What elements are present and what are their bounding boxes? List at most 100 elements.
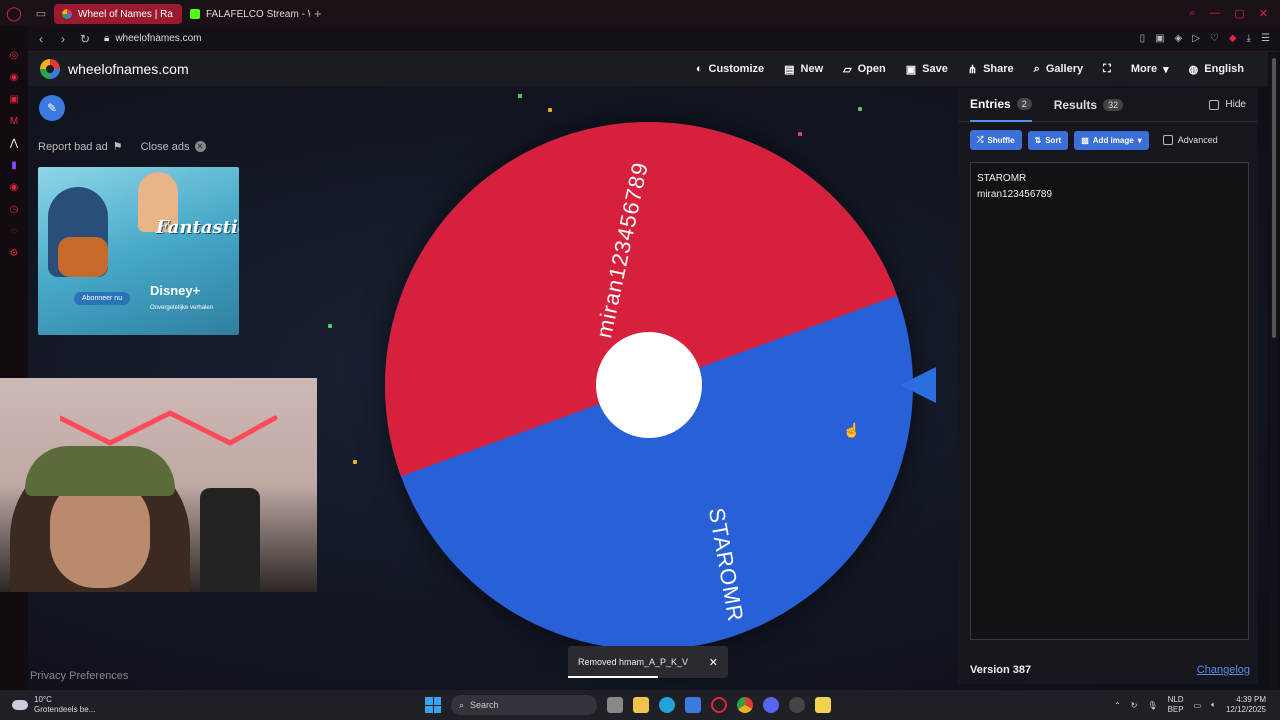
share-button[interactable]: ⋔ Share — [968, 63, 1014, 76]
hide-checkbox[interactable] — [1209, 99, 1220, 110]
wallet-icon[interactable]: ◆ — [1229, 33, 1237, 44]
vpn-icon[interactable]: ◈ — [1175, 33, 1183, 44]
volume-icon[interactable]: 🔈︎ — [1211, 700, 1216, 710]
display-icon[interactable]: ▭ — [1194, 701, 1202, 710]
windows-start-icon[interactable] — [425, 697, 441, 713]
task-view-icon[interactable] — [607, 697, 623, 713]
mic-icon[interactable]: 🎙︎ — [1147, 701, 1157, 710]
page-scrollbar[interactable] — [1270, 52, 1278, 690]
obs-icon[interactable] — [789, 697, 805, 713]
confetti — [328, 324, 332, 328]
tab-results[interactable]: Results 32 — [1054, 88, 1124, 122]
tab-title: Wheel of Names | Ra — [78, 8, 173, 20]
gallery-button[interactable]: ⌕ Gallery — [1034, 63, 1083, 76]
snapshot-icon[interactable]: ▣ — [1155, 33, 1164, 44]
address-bar-icons: ▯ ▣ ◈ ▷ ♡ ◆ ⤓ ☰ — [1140, 33, 1280, 44]
tab-entries[interactable]: Entries 2 — [970, 88, 1032, 122]
entries-textarea[interactable]: STAROMR miran123456789 — [970, 162, 1249, 640]
chevron-up-icon[interactable]: ⌃ — [1114, 701, 1121, 710]
maximize-icon[interactable]: ▢ — [1234, 7, 1244, 20]
mail-icon[interactable]: M — [8, 116, 20, 128]
opera-logo-icon[interactable]: ◯ — [0, 0, 28, 26]
aria-icon[interactable]: ◎ — [8, 50, 20, 62]
site-brand[interactable]: wheelofnames.com — [40, 59, 189, 79]
store-icon[interactable] — [685, 697, 701, 713]
forward-icon[interactable]: › — [54, 32, 72, 46]
chrome-icon[interactable] — [737, 697, 753, 713]
minimize-icon[interactable]: — — [1209, 7, 1220, 20]
streamer-cap — [25, 446, 175, 496]
advanced-toggle[interactable]: Advanced — [1162, 135, 1218, 145]
customize-button[interactable]: ◐ Customize — [696, 63, 764, 76]
url-field[interactable]: 🔒︎ wheelofnames.com — [104, 33, 201, 44]
heart-icon[interactable]: ♡ — [1210, 33, 1219, 44]
url-text: wheelofnames.com — [115, 33, 202, 44]
advanced-checkbox[interactable] — [1162, 135, 1173, 145]
opera-gx-icon[interactable] — [711, 697, 727, 713]
file-explorer-icon[interactable] — [633, 697, 649, 713]
fullscreen-icon: ⛶ — [1103, 62, 1111, 75]
add-image-button[interactable]: ▨ Add image ▾ — [1074, 130, 1149, 150]
fullscreen-button[interactable]: ⛶ — [1103, 63, 1111, 76]
report-ad-link[interactable]: Report bad ad ⚑ — [38, 140, 123, 154]
snackbar-toast: Removed hmam_A_P_K_V ✕ — [568, 646, 728, 678]
version-label: Version 387 — [970, 664, 1032, 676]
shuffle-button[interactable]: ⤮ Shuffle — [970, 130, 1022, 150]
history-icon[interactable]: ◷ — [8, 204, 20, 216]
edit-wheel-button[interactable]: ✎ — [39, 95, 65, 121]
notes-icon[interactable] — [815, 697, 831, 713]
discord-icon[interactable] — [763, 697, 779, 713]
globe-icon: ◍ — [1188, 63, 1199, 76]
menu-icon[interactable]: ☰ — [1261, 33, 1270, 44]
search-icon: ⌕ — [459, 699, 465, 710]
privacy-preferences-link[interactable]: Privacy Preferences — [30, 670, 128, 682]
nav-items: ◐ Customize ▤ New ▱ Open ▣ Save ⋔ Share ⌕ Gall… — [696, 63, 1268, 76]
advertisement[interactable]: Fantastic4 Abonneer nu Disney+ Onvergete… — [38, 167, 239, 335]
hide-toggle[interactable]: Hide — [1209, 99, 1246, 110]
download-icon[interactable]: ⤓ — [1247, 33, 1251, 44]
save-button[interactable]: ▣ Save — [906, 63, 948, 76]
new-button[interactable]: ▤ New — [784, 63, 823, 76]
edge-icon[interactable] — [659, 697, 675, 713]
taskbar-search[interactable]: ⌕ Search — [451, 695, 597, 715]
weather-widget[interactable]: 10°C Grotendeels be... — [12, 695, 95, 715]
messenger-icon[interactable]: ◉ — [8, 72, 20, 84]
browser-tab-kick[interactable]: FALAFELCO Stream - Wat — [182, 4, 310, 24]
open-button[interactable]: ▱ Open — [843, 63, 886, 76]
wheel-center-hub[interactable] — [596, 332, 702, 438]
clock[interactable]: 4:39 PM 12/12/2025 — [1226, 695, 1266, 715]
chat-icon[interactable]: ◌ — [8, 226, 20, 238]
file-icon: ▤ — [784, 63, 795, 76]
language-indicator[interactable]: NLD BEP — [1168, 695, 1184, 715]
kick-rail-icon[interactable]: ⋀ — [8, 138, 20, 150]
twitch-icon[interactable]: ▮ — [8, 160, 20, 172]
ad-links: Report bad ad ⚑ Close ads ✕ — [38, 140, 206, 153]
browser-tab-bar: ◯ ▭ Wheel of Names | Ra FALAFELCO Stream… — [0, 0, 1280, 26]
sort-button[interactable]: ⇅ Sort — [1027, 130, 1069, 150]
panel-footer: Version 387 Changelog — [970, 664, 1250, 676]
bookmark-icon[interactable]: ▯ — [1140, 33, 1146, 44]
reload-icon[interactable]: ↻ — [76, 32, 94, 46]
refresh-icon[interactable]: ↻ — [1131, 701, 1138, 710]
more-button[interactable]: More ▾ — [1131, 63, 1169, 76]
scrollbar-thumb[interactable] — [1272, 58, 1276, 338]
window-controls: ⌕ — ▢ ✕ — [1189, 7, 1280, 20]
instagram-icon[interactable]: ▣ — [8, 94, 20, 106]
tab-menu-icon[interactable]: ▭ — [28, 0, 54, 26]
close-window-icon[interactable]: ✕ — [1259, 7, 1268, 20]
back-icon[interactable]: ‹ — [32, 32, 50, 46]
browser-tab-wheel[interactable]: Wheel of Names | Ra — [54, 4, 182, 24]
ad-subscribe-button[interactable]: Abonneer nu — [74, 292, 131, 305]
language-button[interactable]: ◍ English — [1189, 63, 1244, 76]
changelog-link[interactable]: Changelog — [1197, 664, 1250, 676]
confetti — [518, 94, 522, 98]
close-ads-link[interactable]: Close ads ✕ — [141, 140, 206, 153]
address-bar: ‹ › ↻ 🔒︎ wheelofnames.com ▯ ▣ ◈ ▷ ♡ ◆ ⤓ … — [28, 26, 1280, 52]
search-tabs-icon[interactable]: ⌕ — [1189, 7, 1195, 20]
player-icon[interactable]: ▷ — [1192, 33, 1200, 44]
close-icon[interactable]: ✕ — [709, 656, 718, 669]
new-tab-icon[interactable]: + — [314, 6, 322, 21]
settings-icon[interactable]: ⚙ — [8, 248, 20, 260]
player-rail-icon[interactable]: ◉ — [8, 182, 20, 194]
pencil-icon: ✎ — [46, 101, 58, 115]
